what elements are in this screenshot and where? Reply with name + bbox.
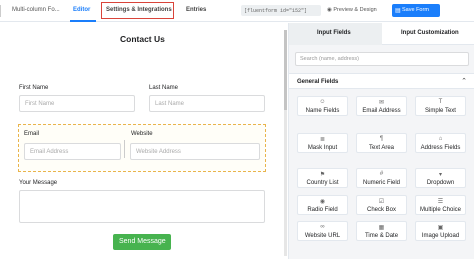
website-input[interactable]: Website Address: [130, 143, 260, 160]
sidebar-tabs: Input Fields Input Customization: [289, 23, 474, 45]
field-button-label: Dropdown: [426, 180, 455, 186]
tab-settings-integrations[interactable]: Settings & Integrations: [101, 2, 174, 19]
flag-icon: ⚑: [319, 172, 326, 178]
field-button-mask-input[interactable]: ≣ Mask Input: [297, 133, 348, 153]
field-button-label: Image Upload: [421, 233, 460, 239]
field-button-address-fields[interactable]: ⌂ Address Fields: [415, 133, 466, 153]
field-button-time-date[interactable]: ▦ Time & Date: [356, 221, 407, 241]
tab-input-customization[interactable]: Input Customization: [401, 30, 459, 36]
field-button-numeric-field[interactable]: # Numeric Field: [356, 168, 407, 188]
email-input[interactable]: Email Address: [24, 143, 121, 160]
calendar-icon: ▦: [378, 225, 385, 231]
field-button-website-url[interactable]: ∞ Website URL: [297, 221, 348, 241]
canvas-scroll-thumb[interactable]: [284, 30, 287, 110]
tab-entries[interactable]: Entries: [186, 7, 206, 13]
send-message-button[interactable]: Send Message: [113, 234, 171, 250]
dropdown-icon: ▾: [438, 172, 442, 178]
message-label: Your Message: [19, 180, 58, 186]
field-button-simple-text[interactable]: T Simple Text: [415, 96, 466, 116]
column-divider: [124, 140, 125, 158]
save-icon: ▤: [395, 8, 401, 14]
hash-icon: #: [379, 171, 384, 177]
address-icon: ⌂: [438, 136, 443, 142]
link-icon: ∞: [320, 224, 325, 230]
field-button-email-address[interactable]: ✉ Email Address: [356, 96, 407, 116]
field-button-label: Text Area: [368, 145, 394, 151]
field-button-multiple-choice[interactable]: ☰ Multiple Choice: [415, 195, 466, 215]
mask-icon: ≣: [319, 137, 326, 143]
field-button-label: Website URL: [304, 233, 341, 239]
last-name-input[interactable]: Last Name: [149, 95, 265, 112]
checkbox-icon: ☑: [378, 199, 385, 205]
last-name-label: Last Name: [149, 85, 179, 91]
field-button-country-list[interactable]: ⚑ Country List: [297, 168, 348, 188]
field-search-input[interactable]: Search (name, address): [295, 52, 469, 66]
chevron-up-icon: ⌃: [461, 78, 467, 85]
general-fields-header[interactable]: General Fields ⌃: [289, 73, 474, 89]
field-button-label: Mask Input: [307, 145, 338, 151]
mail-icon: ✉: [378, 100, 385, 106]
field-button-dropdown[interactable]: ▾ Dropdown: [415, 168, 466, 188]
preview-design-link[interactable]: ◉ Preview & Design: [327, 7, 377, 13]
field-button-image-upload[interactable]: ▣ Image Upload: [415, 221, 466, 241]
save-form-button[interactable]: ▤ Save Form: [392, 4, 440, 17]
email-label: Email: [24, 131, 40, 137]
website-label: Website: [131, 131, 153, 137]
user-icon: ☺: [319, 99, 326, 105]
field-button-label: Country List: [306, 180, 339, 186]
field-button-label: Multiple Choice: [419, 207, 462, 213]
field-button-label: Simple Text: [425, 108, 456, 114]
top-bar: Multi-column Fo... Editor Settings & Int…: [0, 0, 474, 22]
field-button-radio-field[interactable]: ◉ Radio Field: [297, 195, 348, 215]
section-title: General Fields: [297, 79, 339, 85]
form-title: Multi-column Fo...: [12, 7, 60, 13]
field-button-check-box[interactable]: ☑ Check Box: [356, 195, 407, 215]
field-button-label: Email Address: [362, 108, 401, 114]
field-button-label: Time & Date: [364, 233, 399, 239]
radio-icon: ◉: [319, 199, 326, 205]
field-button-text-area[interactable]: ¶ Text Area: [356, 133, 407, 153]
tab-editor[interactable]: Editor: [73, 7, 90, 13]
paragraph-icon: ¶: [379, 136, 384, 142]
message-textarea[interactable]: [19, 190, 265, 223]
image-icon: ▣: [437, 225, 444, 231]
first-name-input[interactable]: First Name: [19, 95, 135, 112]
field-button-name-fields[interactable]: ☺ Name Fields: [297, 96, 348, 116]
list-icon: ☰: [437, 199, 444, 205]
field-button-label: Name Fields: [305, 108, 340, 114]
fields-sidebar: Input Fields Input Customization Search …: [288, 23, 474, 259]
field-button-label: Radio Field: [307, 207, 338, 213]
tab-input-fields[interactable]: Input Fields: [317, 30, 351, 36]
active-tab-indicator: [70, 20, 96, 22]
shortcode-copy[interactable]: [fluentform id="152"]: [241, 5, 321, 16]
field-button-label: Check Box: [366, 207, 396, 213]
field-button-label: Numeric Field: [362, 180, 400, 186]
first-name-label: First Name: [19, 85, 49, 91]
text-icon: T: [438, 99, 443, 105]
field-button-label: Address Fields: [420, 145, 461, 151]
back-divider: [0, 5, 12, 17]
form-heading: Contact Us: [120, 34, 165, 44]
